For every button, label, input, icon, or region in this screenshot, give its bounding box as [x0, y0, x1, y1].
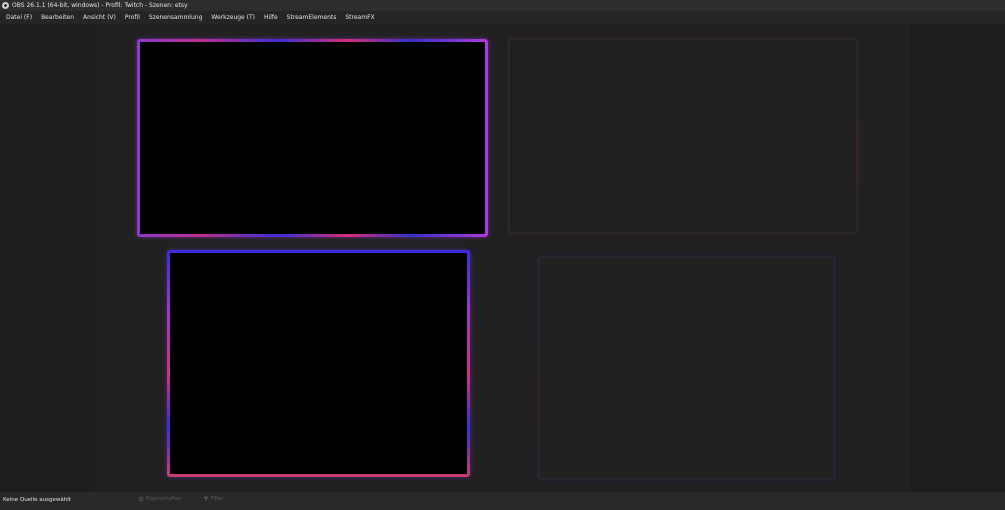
properties-button[interactable]: Eigenschaften — [138, 496, 181, 502]
no-source-selected-label: Keine Quelle ausgewählt — [3, 497, 71, 503]
filters-label: Filter — [211, 496, 224, 502]
menu-datei[interactable]: Datei (F) — [2, 14, 36, 21]
gear-icon — [138, 496, 144, 502]
source-toolbar: Keine Quelle ausgewählt Eigenschaften Fi… — [0, 492, 1005, 510]
menu-bar: Datei (F) Bearbeiten Ansicht (V) Profil … — [0, 11, 1005, 24]
menu-hilfe[interactable]: Hilfe — [260, 14, 282, 21]
scene-source-frame-bottom-right[interactable] — [538, 256, 835, 480]
scene-source-frame-top-right[interactable] — [508, 38, 858, 234]
title-bar: OBS 26.1.1 (64-bit, windows) - Profil: T… — [0, 0, 1005, 11]
filter-icon — [203, 496, 209, 502]
menu-streamelements[interactable]: StreamElements — [283, 14, 341, 21]
menu-szenensammlung[interactable]: Szenensammlung — [145, 14, 207, 21]
obs-logo-icon — [2, 2, 9, 9]
scene-source-frame-top-left[interactable] — [137, 39, 488, 237]
menu-bearbeiten[interactable]: Bearbeiten — [37, 14, 78, 21]
menu-streamfx[interactable]: StreamFX — [341, 14, 378, 21]
filters-button[interactable]: Filter — [203, 496, 223, 502]
scene-source-frame-bottom-left[interactable] — [167, 250, 470, 477]
menu-ansicht[interactable]: Ansicht (V) — [79, 14, 120, 21]
menu-werkzeuge[interactable]: Werkzeuge (T) — [207, 14, 259, 21]
properties-label: Eigenschaften — [146, 496, 182, 502]
menu-profil[interactable]: Profil — [121, 14, 144, 21]
window-title: OBS 26.1.1 (64-bit, windows) - Profil: T… — [12, 2, 188, 9]
